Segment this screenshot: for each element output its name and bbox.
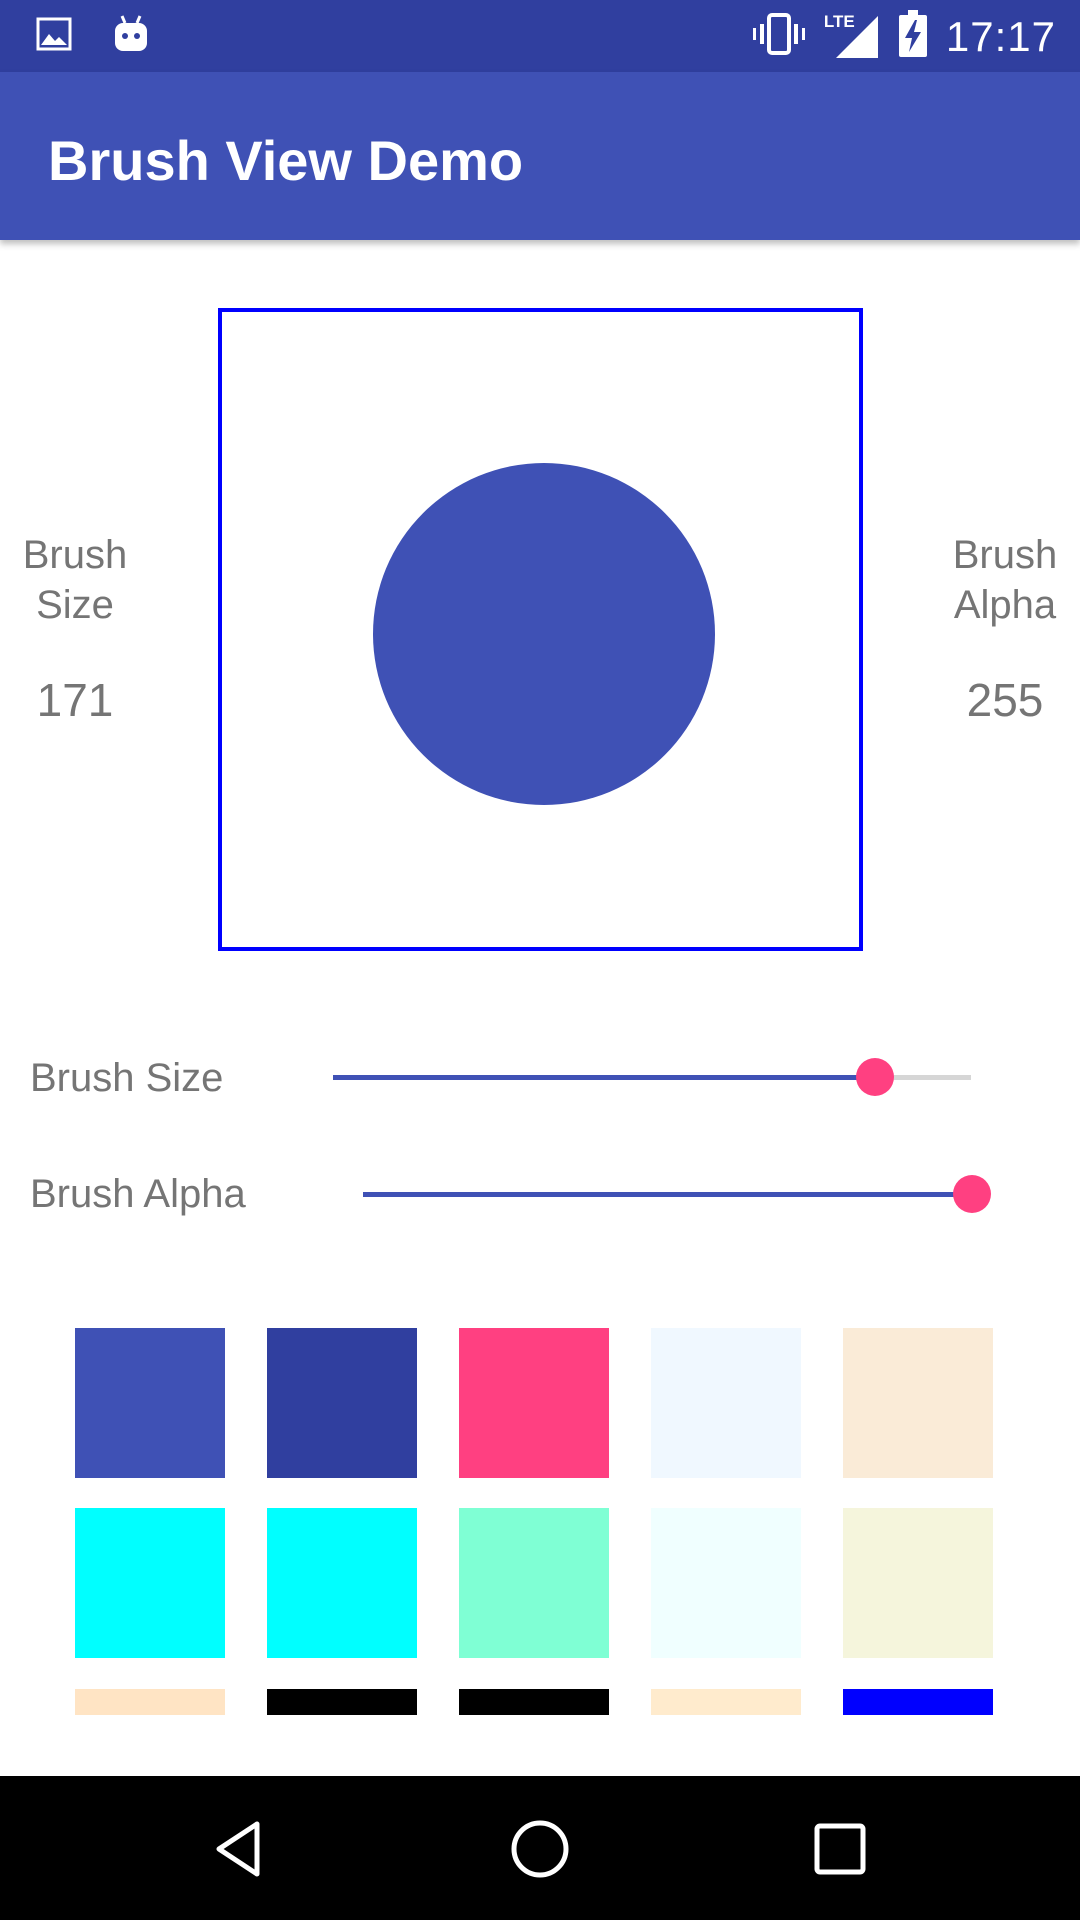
color-swatch[interactable] <box>75 1508 225 1658</box>
brush-preview-svg <box>373 463 715 805</box>
color-swatch[interactable] <box>843 1689 993 1715</box>
color-swatch[interactable] <box>267 1508 417 1658</box>
brush-size-slider-fill <box>333 1075 876 1080</box>
brush-preview-canvas[interactable] <box>218 308 863 951</box>
image-notification-icon <box>36 16 72 57</box>
screen: LTE 17:17 Brush View Demo Brush Size 171… <box>0 0 1080 1920</box>
status-time: 17:17 <box>945 12 1056 60</box>
color-swatch[interactable] <box>75 1328 225 1478</box>
brush-alpha-slider[interactable] <box>363 1175 991 1213</box>
color-swatch[interactable] <box>651 1328 801 1478</box>
battery-charging-icon <box>898 10 928 63</box>
brush-size-slider-thumb[interactable] <box>856 1058 895 1096</box>
brush-size-slider[interactable] <box>333 1058 971 1096</box>
lte-label: LTE <box>823 11 855 31</box>
color-swatch[interactable] <box>267 1689 417 1715</box>
brush-alpha-slider-label: Brush Alpha <box>30 1172 246 1216</box>
status-bar: LTE 17:17 <box>0 0 1080 72</box>
home-icon[interactable] <box>507 1816 573 1882</box>
color-swatch[interactable] <box>651 1508 801 1658</box>
color-swatch[interactable] <box>843 1508 993 1658</box>
brush-size-value: 171 <box>36 674 114 726</box>
vibrate-icon <box>752 12 806 61</box>
color-swatch[interactable] <box>75 1689 225 1715</box>
android-notification-icon <box>112 14 150 59</box>
brush-size-slider-label: Brush Size <box>30 1056 224 1100</box>
color-swatch[interactable] <box>459 1508 609 1658</box>
recents-icon[interactable] <box>807 1816 873 1882</box>
brush-alpha-slider-thumb[interactable] <box>953 1175 991 1213</box>
brush-size-caption: Brush Size <box>22 533 128 627</box>
color-swatch[interactable] <box>651 1689 801 1715</box>
color-swatch[interactable] <box>459 1328 609 1478</box>
color-swatch[interactable] <box>843 1328 993 1478</box>
app-bar: Brush View Demo <box>0 72 1080 240</box>
navigation-bar <box>0 1776 1080 1920</box>
brush-dot <box>373 463 715 805</box>
brush-alpha-value: 255 <box>966 674 1044 726</box>
app-title: Brush View Demo <box>48 129 524 192</box>
color-swatch[interactable] <box>459 1689 609 1715</box>
color-swatch[interactable] <box>267 1328 417 1478</box>
back-icon[interactable] <box>207 1816 273 1882</box>
brush-alpha-caption: Brush Alpha <box>952 533 1058 627</box>
lte-signal-icon: LTE <box>824 12 880 62</box>
brush-alpha-slider-fill <box>363 1192 972 1197</box>
